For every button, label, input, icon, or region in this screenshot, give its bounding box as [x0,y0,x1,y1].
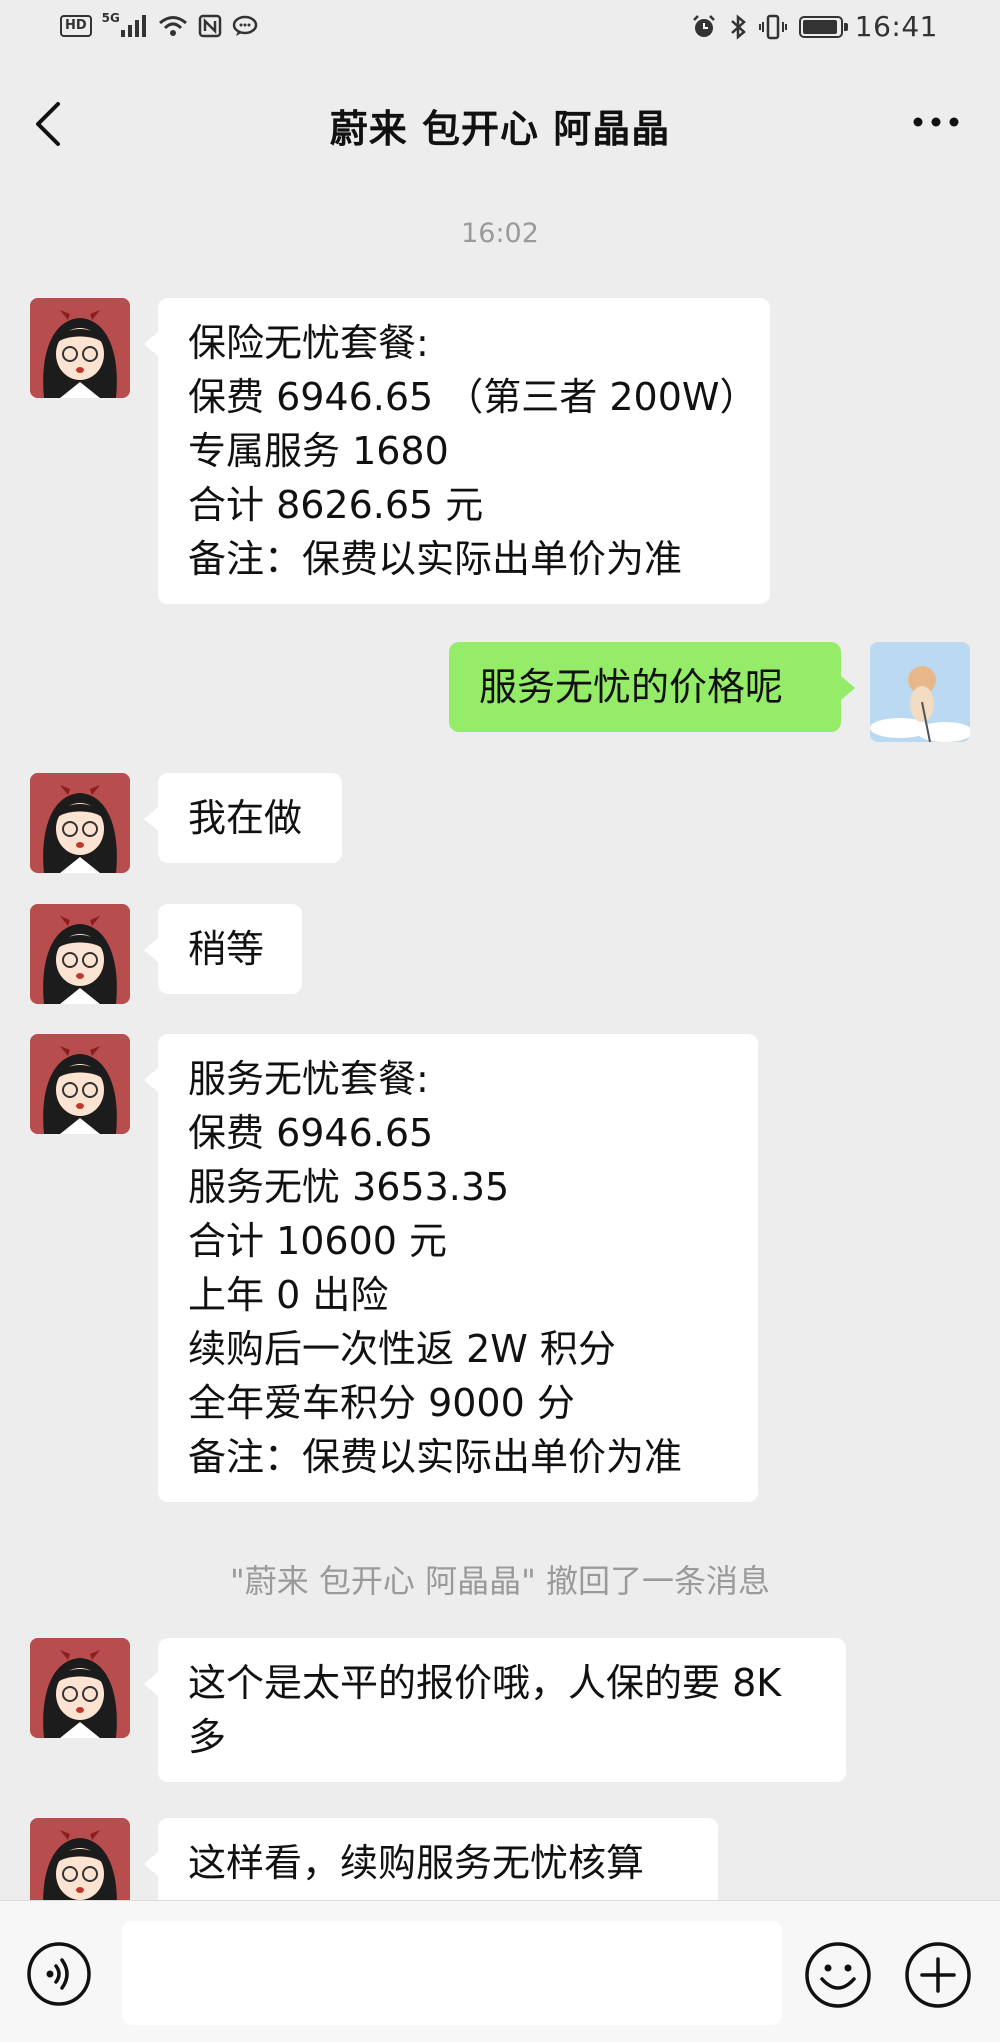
avatar[interactable] [30,773,130,873]
message-bubble-self[interactable]: 服务无忧的价格呢 [449,642,855,732]
network-type-label: 5G [101,11,120,25]
status-time: 16:41 [854,10,938,43]
message-input[interactable] [122,1921,782,2025]
message-line: 合计 10600 元 [188,1219,448,1263]
message-line: 这个是太平的报价哦，人保的要 8K [188,1661,782,1705]
status-bar: HD 5G 16:41 [0,0,1000,62]
chat-title: 蔚来 包开心 阿晶晶 [329,107,671,151]
hd-icon: HD [60,15,92,37]
self-avatar[interactable] [870,642,970,742]
message-line: 保险无忧套餐: [188,321,429,365]
message-bubble[interactable]: 这个是太平的报价哦，人保的要 8K 多 [144,1638,846,1782]
message-line: 服务无忧的价格呢 [479,665,784,709]
message-line: 保费 6946.65 （第三者 200W） [188,375,758,419]
message-line: 合计 8626.65 元 [188,483,484,527]
message-line: 专属服务 1680 [188,429,449,473]
avatar[interactable] [30,904,130,1004]
message-bubble[interactable]: 稍等 [144,904,302,994]
avatar[interactable] [30,298,130,398]
message-line: 这样看，续购服务无忧核算 [188,1841,645,1885]
message-line: 我在做 [188,796,303,840]
vibrate-icon [758,14,787,40]
chat-header: 蔚来 包开心 阿晶晶 [0,62,1000,182]
more-dots-icon[interactable] [912,110,960,134]
chat-bubble-icon [232,14,258,38]
message-line: 备注：保费以实际出单价为准 [188,537,683,581]
avatar[interactable] [30,1034,130,1134]
input-bar [0,1900,1000,2042]
battery-icon [798,15,848,38]
plus-icon[interactable] [904,1941,972,2009]
recall-notice: "蔚来 包开心 阿晶晶" 撤回了一条消息 [230,1562,770,1600]
message-line: 保费 6946.65 [188,1111,434,1155]
message-bubble[interactable]: 保险无忧套餐: 保费 6946.65 （第三者 200W） 专属服务 1680 … [144,298,770,604]
message-timestamp: 16:02 [461,218,539,249]
message-bubble[interactable]: 这样看，续购服务无忧核算 [144,1818,718,1908]
message-bubble[interactable]: 我在做 [144,773,342,863]
message-line: 服务无忧套餐: [188,1057,429,1101]
message-line: 稍等 [188,927,265,971]
signal-icon [120,14,148,38]
bluetooth-icon [729,13,747,40]
emoji-icon[interactable] [804,1941,872,2009]
avatar[interactable] [30,1638,130,1738]
voice-icon[interactable] [26,1941,92,2007]
message-line: 续购后一次性返 2W 积分 [188,1327,616,1371]
message-line: 备注：保费以实际出单价为准 [188,1435,683,1479]
message-line: 上年 0 出险 [188,1273,389,1317]
message-line: 多 [188,1715,227,1759]
message-bubble[interactable]: 服务无忧套餐: 保费 6946.65 服务无忧 3653.35 合计 10600… [144,1034,758,1502]
nfc-icon [198,14,222,38]
message-line: 服务无忧 3653.35 [188,1165,510,1209]
wifi-icon [158,14,188,38]
message-line: 全年爱车积分 9000 分 [188,1381,575,1425]
alarm-icon [691,14,717,40]
